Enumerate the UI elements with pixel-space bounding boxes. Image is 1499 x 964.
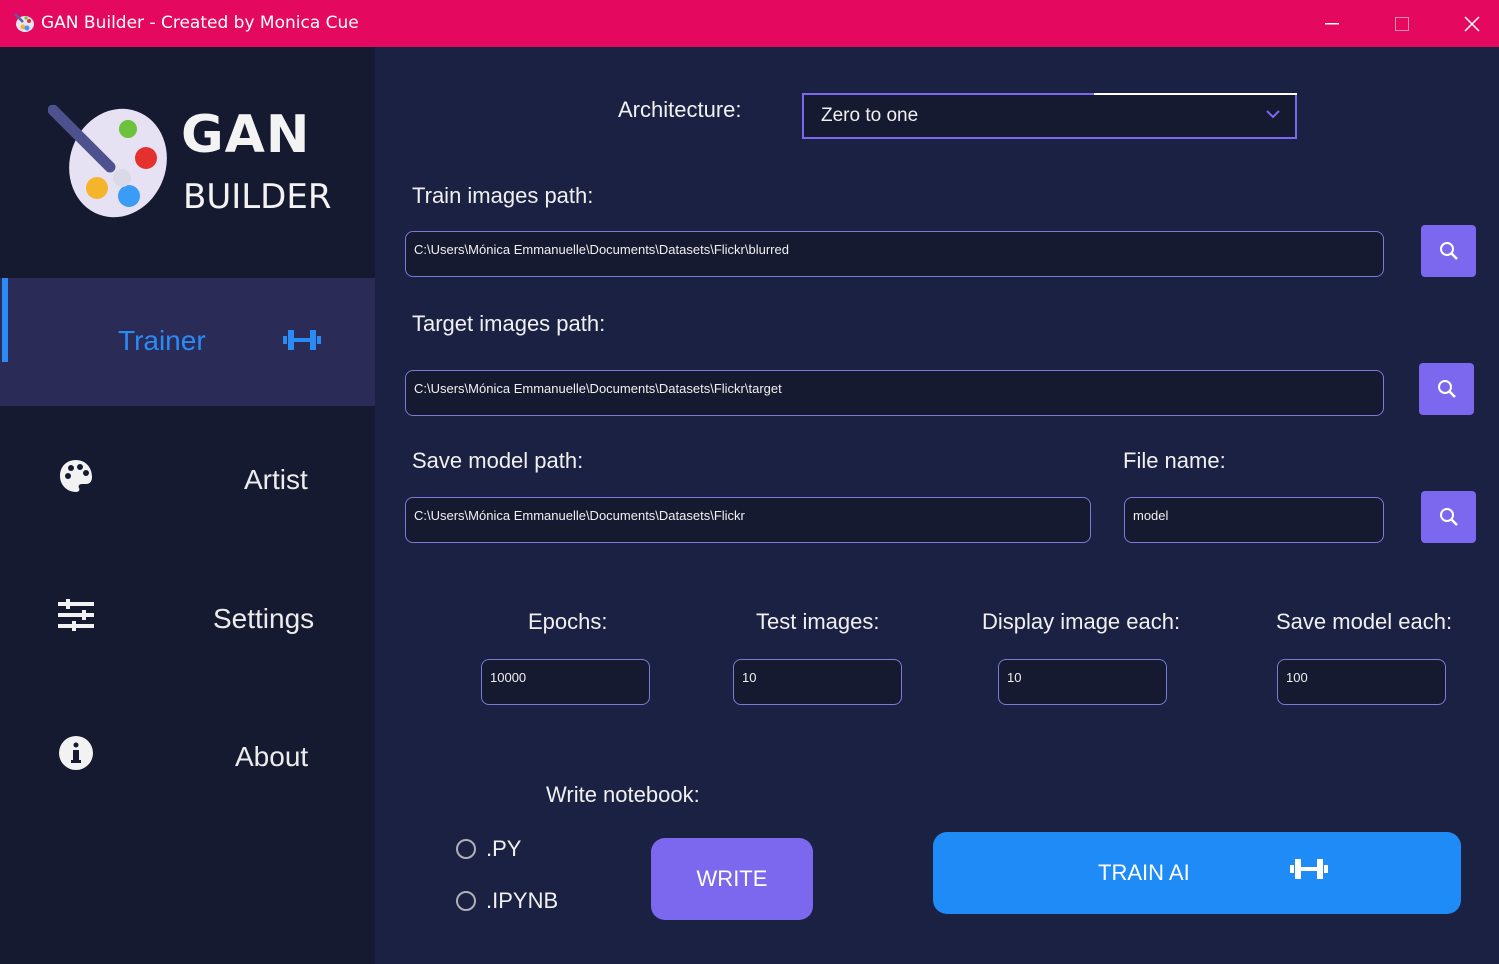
- maximize-icon: [1395, 16, 1409, 31]
- app-icon: [14, 13, 34, 32]
- architecture-label: Architecture:: [618, 97, 742, 122]
- ipynb-radio-label: .IPYNB: [486, 888, 559, 913]
- search-icon: [1437, 380, 1456, 398]
- save-path-browse-button[interactable]: [1421, 491, 1476, 543]
- display-each-input[interactable]: 10: [998, 659, 1167, 705]
- sidebar-item-artist[interactable]: Artist: [0, 416, 375, 544]
- target-path-label: Target images path:: [412, 311, 606, 336]
- sidebar: GAN BUILDER Trainer Artist Settings Abou…: [0, 47, 375, 964]
- minimize-button[interactable]: [1297, 0, 1367, 47]
- window-title: GAN Builder - Created by Monica Cue: [41, 13, 359, 33]
- write-button-label: WRITE: [696, 866, 768, 891]
- close-button[interactable]: [1437, 0, 1499, 47]
- write-button[interactable]: WRITE: [651, 838, 813, 920]
- info-icon: [59, 736, 93, 770]
- logo-subtitle: BUILDER: [183, 177, 332, 217]
- sidebar-item-trainer[interactable]: Trainer: [0, 278, 375, 406]
- save-each-label: Save model each:: [1276, 609, 1453, 634]
- train-path-browse-button[interactable]: [1421, 225, 1476, 277]
- save-path-input[interactable]: C:\Users\Mónica Emmanuelle\Documents\Dat…: [405, 497, 1091, 543]
- close-icon: [1464, 15, 1480, 32]
- epochs-label: Epochs:: [528, 609, 608, 634]
- search-icon: [1439, 242, 1458, 260]
- minimize-icon: [1325, 22, 1339, 24]
- search-icon: [1439, 508, 1458, 526]
- trainer-panel: Architecture: Zero to one Train images p…: [375, 47, 1499, 964]
- train-ai-label: TRAIN AI: [1098, 860, 1190, 885]
- test-images-label: Test images:: [756, 609, 880, 634]
- select-focus-edge: [1094, 93, 1297, 95]
- py-radio-label: .PY: [486, 836, 522, 861]
- train-path-label: Train images path:: [412, 183, 594, 208]
- file-name-input[interactable]: model: [1124, 497, 1384, 543]
- sidebar-item-label: Settings: [213, 603, 315, 634]
- train-path-input[interactable]: C:\Users\Mónica Emmanuelle\Documents\Dat…: [405, 231, 1384, 277]
- file-name-label: File name:: [1123, 448, 1226, 473]
- sidebar-item-label: Trainer: [118, 325, 206, 356]
- display-each-label: Display image each:: [982, 609, 1181, 634]
- maximize-button[interactable]: [1367, 0, 1437, 47]
- architecture-value: Zero to one: [821, 105, 919, 126]
- train-ai-button[interactable]: TRAIN AI: [933, 832, 1461, 914]
- dumbbell-icon: [283, 330, 321, 350]
- active-indicator: [2, 278, 8, 362]
- py-radio[interactable]: [456, 839, 476, 859]
- write-notebook-label: Write notebook:: [546, 782, 700, 807]
- target-path-browse-button[interactable]: [1419, 363, 1474, 415]
- dumbbell-icon: [1290, 859, 1328, 879]
- target-path-input[interactable]: C:\Users\Mónica Emmanuelle\Documents\Dat…: [405, 370, 1384, 416]
- chevron-down-icon: [1266, 110, 1280, 119]
- test-images-input[interactable]: 10: [733, 659, 902, 705]
- sidebar-item-settings[interactable]: Settings: [0, 555, 375, 683]
- sidebar-item-label: About: [235, 741, 309, 772]
- sidebar-item-about[interactable]: About: [0, 693, 375, 821]
- app-logo: GAN BUILDER: [48, 105, 348, 225]
- palette-logo-icon: [48, 105, 167, 218]
- logo-title: GAN: [181, 105, 311, 165]
- save-each-input[interactable]: 100: [1277, 659, 1446, 705]
- save-path-label: Save model path:: [412, 448, 584, 473]
- sidebar-item-label: Artist: [244, 464, 308, 495]
- ipynb-radio[interactable]: [456, 891, 476, 911]
- sliders-icon: [58, 599, 94, 631]
- architecture-select[interactable]: Zero to one: [802, 93, 1297, 139]
- title-bar: GAN Builder - Created by Monica Cue: [0, 0, 1499, 47]
- palette-icon: [60, 460, 92, 492]
- epochs-input[interactable]: 10000: [481, 659, 650, 705]
